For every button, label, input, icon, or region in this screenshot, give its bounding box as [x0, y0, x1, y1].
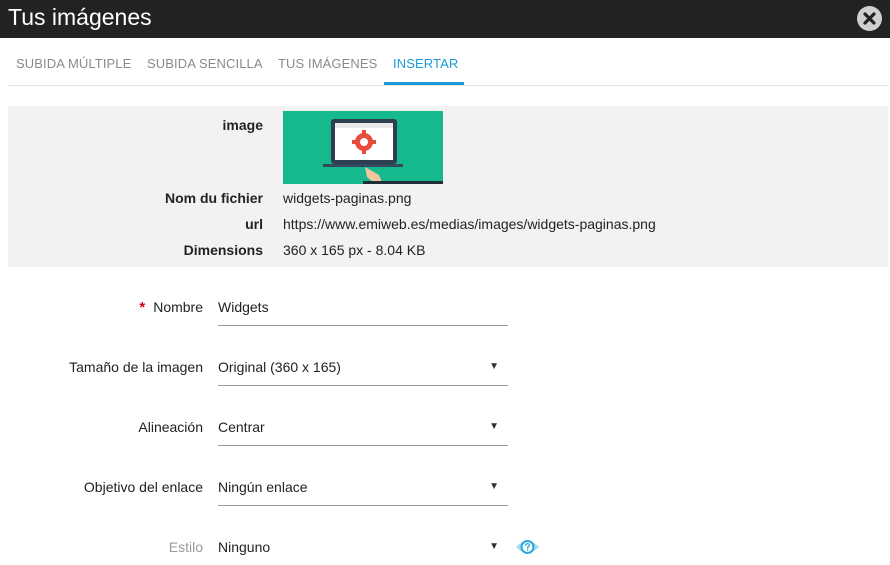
chevron-down-icon: ▼: [489, 541, 499, 552]
url-label: url: [245, 216, 263, 232]
chevron-down-icon: ▼: [489, 421, 499, 432]
tab-bar: SUBIDA MÚLTIPLE SUBIDA SENCILLA TUS IMÁG…: [8, 38, 888, 86]
style-select[interactable]: Ninguno ▼: [218, 539, 508, 565]
image-thumbnail: [283, 111, 443, 184]
tab-subida-sencilla[interactable]: SUBIDA SENCILLA: [147, 56, 263, 71]
image-size-value: Original (360 x 165): [218, 359, 341, 375]
required-marker: *: [139, 299, 146, 316]
link-target-value: Ningún enlace: [218, 479, 308, 495]
nombre-input[interactable]: Widgets: [218, 299, 508, 326]
filename-label: Nom du fichier: [164, 190, 263, 206]
url-value: https://www.emiweb.es/medias/images/widg…: [283, 216, 656, 232]
close-button[interactable]: [857, 6, 882, 31]
file-info-panel: image Nom du fichier widgets-paginas.png…: [8, 106, 888, 267]
dimensions-value: 360 x 165 px - 8.04 KB: [283, 242, 426, 258]
close-icon: [863, 12, 876, 25]
chevron-down-icon: ▼: [489, 361, 499, 372]
tab-tus-imagenes[interactable]: TUS IMÁGENES: [278, 56, 377, 71]
alignment-label: Alineación: [138, 419, 203, 435]
nombre-label-text: Nombre: [153, 299, 203, 315]
nombre-label: * Nombre: [139, 299, 203, 316]
alignment-value: Centrar: [218, 419, 265, 435]
image-size-select[interactable]: Original (360 x 165) ▼: [218, 359, 508, 386]
help-eye-icon: [516, 540, 539, 554]
style-label: Estilo: [168, 539, 203, 555]
link-target-label: Objetivo del enlace: [83, 479, 203, 495]
dimensions-label: Dimensions: [183, 242, 263, 258]
modal-header: Tus imágenes: [0, 0, 890, 38]
image-label: image: [222, 117, 263, 133]
style-help-button[interactable]: [515, 536, 540, 558]
link-target-select[interactable]: Ningún enlace ▼: [218, 479, 508, 506]
style-value: Ninguno: [218, 539, 271, 555]
tab-insertar[interactable]: INSERTAR: [393, 56, 458, 71]
filename-value: widgets-paginas.png: [283, 190, 412, 206]
image-size-label: Tamaño de la imagen: [69, 359, 203, 375]
tab-subida-multiple[interactable]: SUBIDA MÚLTIPLE: [16, 56, 131, 71]
nombre-input-value: Widgets: [218, 299, 269, 315]
alignment-select[interactable]: Centrar ▼: [218, 419, 508, 446]
modal-title: Tus imágenes: [8, 4, 152, 30]
image-preview: [283, 111, 443, 184]
active-tab-indicator: [384, 82, 464, 85]
chevron-down-icon: ▼: [489, 481, 499, 492]
